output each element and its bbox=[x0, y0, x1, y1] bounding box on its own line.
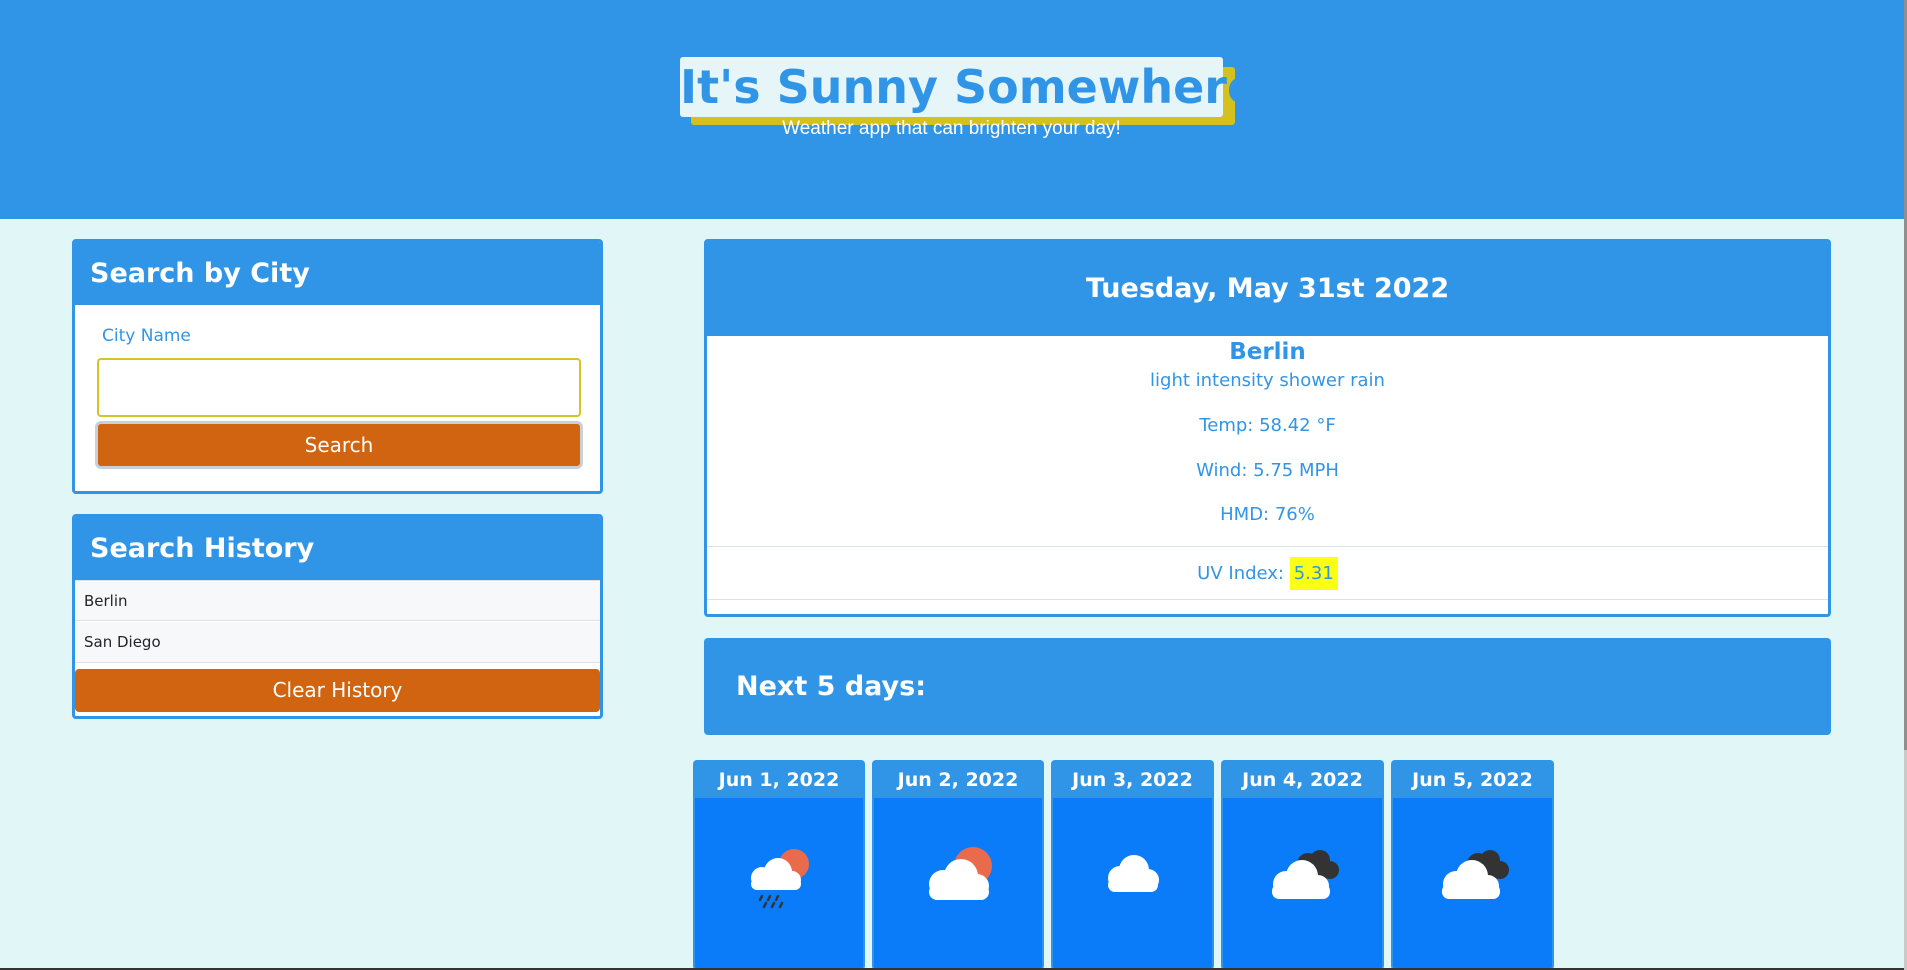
divider bbox=[707, 599, 1828, 600]
search-button[interactable]: Search bbox=[95, 421, 583, 469]
uv-index-row: UV Index: 5.31 bbox=[707, 555, 1828, 593]
forecast-card: Jun 1, 2022 bbox=[693, 760, 865, 970]
forecast-heading: Next 5 days: bbox=[736, 671, 927, 702]
app-title: It's Sunny Somewhere! bbox=[680, 60, 1280, 114]
forecast-date: Jun 3, 2022 bbox=[1053, 762, 1212, 798]
forecast-date: Jun 1, 2022 bbox=[695, 762, 863, 798]
forecast-date: Jun 2, 2022 bbox=[874, 762, 1042, 798]
broken-clouds-icon bbox=[1271, 850, 1339, 899]
forecast-card: Jun 4, 2022 bbox=[1221, 760, 1384, 970]
forecast-card: Jun 5, 2022 bbox=[1391, 760, 1554, 970]
cloud-icon bbox=[1107, 855, 1159, 892]
history-item-berlin[interactable]: Berlin bbox=[75, 580, 600, 621]
partly-sunny-icon bbox=[929, 847, 992, 900]
search-card: Search by City City Name Search bbox=[72, 239, 603, 494]
search-history-card: Search History Berlin San Diego Clear Hi… bbox=[72, 514, 603, 719]
rain-cloud-sun-icon bbox=[751, 849, 809, 909]
uv-index-value: 5.31 bbox=[1289, 557, 1338, 590]
weather-description: light intensity shower rain bbox=[1150, 370, 1385, 391]
current-weather-card: Tuesday, May 31st 2022 Berlin light inte… bbox=[704, 239, 1831, 617]
temperature-value: Temp: 58.42 °F bbox=[1199, 415, 1336, 436]
uv-index-label: UV Index: bbox=[1197, 563, 1290, 584]
history-item-san-diego[interactable]: San Diego bbox=[75, 622, 600, 663]
search-card-heading: Search by City bbox=[75, 242, 600, 305]
broken-clouds-icon bbox=[1441, 850, 1509, 899]
humidity-value: HMD: 76% bbox=[1220, 504, 1315, 525]
city-name-input[interactable] bbox=[97, 358, 581, 417]
current-date: Tuesday, May 31st 2022 bbox=[707, 242, 1828, 336]
wind-value: Wind: 5.75 MPH bbox=[1196, 460, 1339, 481]
forecast-date: Jun 4, 2022 bbox=[1223, 762, 1382, 798]
current-city-name: Berlin bbox=[1229, 339, 1306, 365]
app-subtitle: Weather app that can brighten your day! bbox=[782, 118, 1121, 139]
forecast-card: Jun 2, 2022 bbox=[872, 760, 1044, 970]
city-name-label: City Name bbox=[102, 326, 191, 346]
forecast-card: Jun 3, 2022 bbox=[1051, 760, 1214, 970]
forecast-date: Jun 5, 2022 bbox=[1393, 762, 1552, 798]
clear-history-button[interactable]: Clear History bbox=[75, 669, 600, 712]
search-history-heading: Search History bbox=[75, 517, 600, 580]
divider bbox=[707, 546, 1828, 547]
forecast-banner: Next 5 days: bbox=[704, 638, 1831, 735]
